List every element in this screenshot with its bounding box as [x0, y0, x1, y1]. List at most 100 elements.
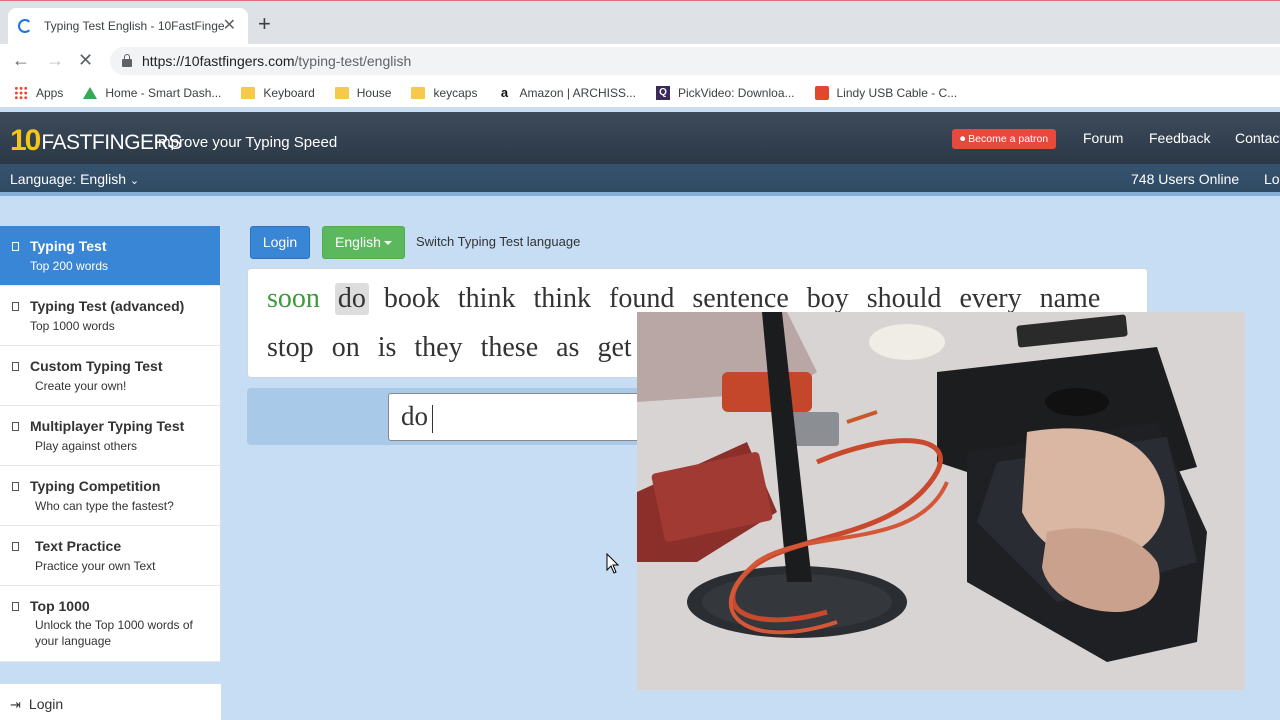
- word: these: [480, 332, 539, 363]
- shopping-bag-icon: [814, 85, 829, 100]
- bookmark-keycaps[interactable]: keycaps: [411, 86, 477, 100]
- chevron-down-icon: ⌄: [129, 175, 140, 187]
- sidebar-item-subtitle: Practice your own Text: [35, 559, 156, 573]
- close-tab-icon[interactable]: ✕: [223, 17, 236, 35]
- checkbox-icon: [12, 482, 19, 491]
- sidebar-item-typing-test[interactable]: Typing Test Top 200 words: [0, 226, 220, 286]
- word-current: do: [334, 283, 369, 315]
- word: they: [414, 332, 463, 363]
- amazon-icon: a: [500, 84, 509, 100]
- mouse-pointer-icon: [606, 553, 620, 574]
- tab-strip: Typing Test English - 10FastFingers ✕ +: [0, 1, 1280, 44]
- word: found: [609, 283, 675, 314]
- bookmark-amazon[interactable]: a Amazon | ARCHISS...: [497, 86, 636, 100]
- word: name: [1039, 283, 1101, 314]
- sidebar-item-typing-test-advanced[interactable]: Typing Test (advanced) Top 1000 words: [0, 286, 220, 346]
- sign-in-icon: ⇥: [10, 697, 21, 712]
- switch-language-label: Switch Typing Test language: [416, 234, 581, 249]
- words-row-1: soon do book think think found sentence …: [264, 283, 1115, 315]
- sidebar-item-text-practice[interactable]: Text Practice Practice your own Text: [0, 526, 220, 586]
- browser-tab[interactable]: Typing Test English - 10FastFingers ✕: [8, 8, 248, 44]
- language-dropdown[interactable]: Language: English ⌄: [10, 171, 139, 187]
- sidebar: Typing Test Top 200 words Typing Test (a…: [0, 226, 221, 662]
- browser-toolbar: ← → ✕ https://10fastfingers.com/typing-t…: [0, 44, 1280, 78]
- words-row-2: stop on is they these as get m: [264, 332, 686, 364]
- tab-title: Typing Test English - 10FastFingers: [44, 19, 224, 33]
- sidebar-item-custom-typing-test[interactable]: Custom Typing Test Create your own!: [0, 346, 220, 406]
- site-tagline: Improve your Typing Speed: [154, 134, 338, 151]
- folder-icon: [334, 86, 349, 99]
- sidebar-login-label: Login: [28, 696, 64, 712]
- sidebar-item-title: Typing Test (advanced): [30, 298, 185, 314]
- bookmarks-bar: Apps Home - Smart Dash... Keyboard House…: [0, 78, 1280, 108]
- checkbox-icon: [12, 542, 19, 551]
- word: every: [959, 283, 1022, 314]
- language-select-button[interactable]: English: [322, 226, 405, 259]
- word: get: [597, 332, 632, 363]
- sidebar-item-multiplayer[interactable]: Multiplayer Typing Test Play against oth…: [0, 406, 220, 466]
- sidebar-item-competition[interactable]: Typing Competition Who can type the fast…: [0, 466, 220, 526]
- bookmark-keyboard[interactable]: Keyboard: [241, 86, 315, 100]
- users-online-count: 748 Users Online: [1131, 171, 1240, 187]
- nav-link-feedback[interactable]: Feedback: [1149, 130, 1210, 146]
- bookmark-pickvideo[interactable]: Q PickVideo: Downloa...: [655, 85, 795, 100]
- login-button[interactable]: Login: [250, 226, 310, 259]
- word: stop: [267, 332, 314, 363]
- bookmark-lindy[interactable]: Lindy USB Cable - C...: [814, 85, 957, 100]
- sidebar-item-subtitle: Top 200 words: [30, 259, 109, 273]
- sidebar-login[interactable]: ⇥ Login: [0, 683, 221, 720]
- webcam-overlay: [637, 312, 1245, 690]
- drive-icon: [83, 86, 98, 99]
- sidebar-item-title: Multiplayer Typing Test: [30, 418, 185, 434]
- lock-icon: [12, 602, 19, 611]
- word-completed: soon: [267, 283, 320, 314]
- back-arrow-icon[interactable]: ←: [12, 50, 30, 70]
- word: on: [331, 332, 360, 363]
- login-link-truncated[interactable]: Lo: [1264, 171, 1280, 187]
- nav-link-forum[interactable]: Forum: [1083, 130, 1123, 146]
- word: sentence: [692, 283, 789, 314]
- stop-loading-icon[interactable]: ✕: [78, 50, 93, 70]
- checkbox-icon: [12, 422, 19, 431]
- text-cursor: [432, 404, 433, 433]
- sidebar-item-subtitle: Play against others: [35, 439, 138, 453]
- site-header: 10 FASTFINGERS Improve your Typing Speed…: [0, 112, 1280, 164]
- bookmark-apps[interactable]: Apps: [14, 85, 63, 100]
- sidebar-item-subtitle: Create your own!: [35, 379, 127, 393]
- forward-arrow-icon[interactable]: →: [46, 50, 64, 70]
- pickvideo-icon: Q: [655, 85, 670, 100]
- folder-icon: [241, 86, 256, 99]
- apps-grid-icon: [14, 85, 28, 100]
- sidebar-item-title: Typing Test: [30, 238, 107, 254]
- word: should: [866, 283, 942, 314]
- sidebar-item-title: Typing Competition: [30, 478, 161, 494]
- sidebar-item-title: Text Practice: [35, 538, 122, 554]
- sidebar-item-subtitle: Who can type the fastest?: [35, 499, 174, 513]
- become-patron-button[interactable]: ⏺ Become a patron: [952, 129, 1057, 149]
- typed-text: do: [401, 401, 428, 431]
- word: think: [533, 283, 592, 314]
- sidebar-item-subtitle: Unlock the Top 1000 words of your langua…: [35, 618, 193, 648]
- webcam-image: [637, 312, 1245, 690]
- word: is: [377, 332, 397, 363]
- sidebar-item-title: Custom Typing Test: [30, 358, 163, 374]
- word: book: [383, 283, 440, 314]
- new-tab-icon[interactable]: +: [258, 12, 271, 36]
- checkbox-icon: [12, 242, 19, 251]
- lock-icon: [122, 53, 132, 67]
- word: think: [457, 283, 516, 314]
- loading-spinner-icon: [18, 19, 32, 33]
- sidebar-item-title: Top 1000: [30, 598, 90, 614]
- url-text: https://10fastfingers.com/typing-test/en…: [142, 53, 412, 69]
- word: boy: [806, 283, 849, 314]
- nav-link-contact[interactable]: Contact: [1235, 130, 1280, 146]
- language-bar: Language: English ⌄ 748 Users Online Lo: [0, 164, 1280, 196]
- sidebar-item-top-1000[interactable]: Top 1000 Unlock the Top 1000 words of yo…: [0, 586, 220, 662]
- bookmark-home-smart-dash[interactable]: Home - Smart Dash...: [83, 86, 221, 100]
- caret-down-icon: [383, 241, 392, 246]
- folder-icon: [411, 86, 426, 99]
- bookmark-house[interactable]: House: [334, 86, 391, 100]
- address-bar[interactable]: https://10fastfingers.com/typing-test/en…: [110, 47, 1280, 75]
- sidebar-item-subtitle: Top 1000 words: [30, 319, 115, 333]
- word: as: [556, 332, 580, 363]
